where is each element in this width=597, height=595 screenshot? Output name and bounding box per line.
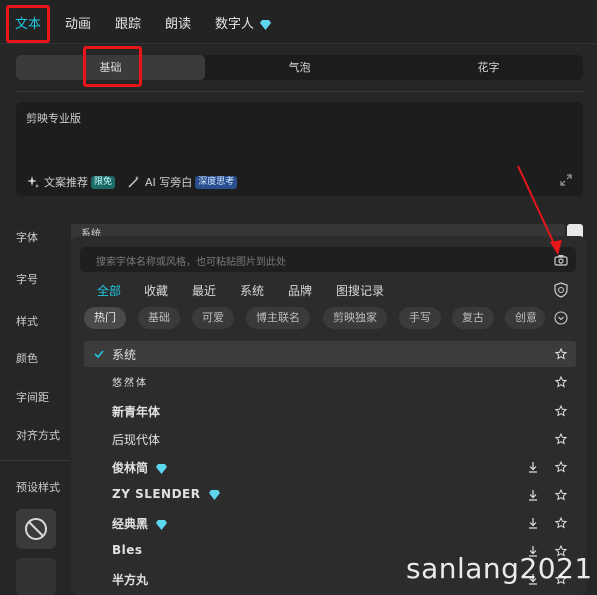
subtab-fancy-text[interactable]: 花字 (394, 55, 583, 80)
star-icon[interactable] (555, 405, 567, 417)
chip-hot[interactable]: 热门 (84, 307, 126, 329)
spacing-label: 字间距 (16, 391, 49, 404)
top-tab-bar: 文本 动画 跟踪 朗读 数字人 (0, 0, 597, 44)
chip-cute[interactable]: 可爱 (192, 307, 234, 329)
star-icon[interactable] (555, 433, 567, 445)
free-badge: 限免 (91, 175, 116, 189)
diamond-icon (209, 489, 221, 500)
copy-recommend-button[interactable]: 文案推荐 (44, 174, 88, 190)
star-icon[interactable] (555, 348, 567, 360)
deep-think-badge: 深度思考 (195, 175, 238, 189)
diamond-icon (156, 463, 168, 474)
font-name-text: 经典黑 (112, 517, 149, 531)
font-name: 俊林简 (112, 459, 168, 476)
text-input-value[interactable]: 剪映专业版 (26, 110, 81, 126)
divider (0, 460, 70, 461)
preset-tile[interactable] (16, 558, 56, 595)
text-input-area[interactable]: 剪映专业版 文案推荐 限免 AI 写旁白 深度思考 (16, 102, 583, 196)
tab-digital-human[interactable]: 数字人 (215, 13, 272, 32)
chip-handwriting[interactable]: 手写 (399, 307, 441, 329)
magic-wand-icon (128, 176, 140, 188)
chip-retro[interactable]: 复古 (452, 307, 494, 329)
size-label: 字号 (16, 273, 38, 286)
font-search-input[interactable]: 搜索字体名称或风格，也可粘贴图片到此处 (80, 247, 576, 272)
diamond-icon (260, 19, 272, 30)
copyright-shield-icon[interactable] (553, 282, 569, 298)
star-icon[interactable] (555, 376, 567, 388)
preset-style-label: 预设样式 (16, 481, 60, 494)
no-style-icon (25, 518, 47, 540)
font-name: 系统 (112, 348, 137, 362)
category-recent[interactable]: 最近 (192, 282, 216, 299)
download-icon[interactable] (527, 461, 539, 473)
align-label: 对齐方式 (16, 429, 60, 442)
tab-tracking[interactable]: 跟踪 (115, 13, 141, 32)
sparkle-icon (27, 176, 39, 188)
star-icon[interactable] (555, 461, 567, 473)
watermark: sanlang2021 (406, 552, 593, 585)
font-name-text: 俊林简 (112, 461, 149, 475)
font-search-placeholder: 搜索字体名称或风格，也可粘贴图片到此处 (96, 257, 286, 268)
font-label: 字体 (16, 231, 38, 244)
chip-blogger-collab[interactable]: 博主联名 (246, 307, 310, 329)
font-list-item[interactable]: 经典黑 (84, 510, 576, 536)
font-list-item[interactable]: ZY SLENDER (84, 482, 576, 508)
font-list-item[interactable]: 新青年体 (84, 398, 576, 424)
tab-read-aloud[interactable]: 朗读 (165, 13, 191, 32)
tab-digital-human-label: 数字人 (215, 17, 255, 32)
check-icon (94, 350, 104, 359)
chip-capcut-exclusive[interactable]: 剪映独家 (323, 307, 387, 329)
download-icon[interactable] (527, 489, 539, 501)
font-list-item[interactable]: 悠然体 (84, 369, 576, 395)
download-icon[interactable] (527, 517, 539, 529)
font-name: 经典黑 (112, 515, 168, 532)
style-label: 样式 (16, 315, 38, 328)
annotation-arrow (517, 165, 562, 255)
category-favorites[interactable]: 收藏 (144, 282, 168, 299)
diamond-icon (156, 519, 168, 530)
font-name: Bles (112, 543, 143, 557)
chip-creative[interactable]: 创意 (505, 307, 545, 329)
font-list-item[interactable]: 后现代体 (84, 426, 576, 452)
chip-basic[interactable]: 基础 (138, 307, 180, 329)
ai-narration-button[interactable]: AI 写旁白 (145, 174, 192, 190)
color-label: 颜色 (16, 352, 38, 365)
chevron-down-icon[interactable] (554, 311, 568, 325)
font-name: 新青年体 (112, 405, 161, 419)
font-name: 悠然体 (112, 378, 148, 389)
star-icon[interactable] (555, 517, 567, 529)
category-all[interactable]: 全部 (97, 282, 121, 299)
star-icon[interactable] (555, 489, 567, 501)
divider (16, 91, 583, 92)
subtab-bubble[interactable]: 气泡 (205, 55, 394, 80)
font-list-item[interactable]: 俊林简 (84, 454, 576, 480)
font-name: ZY SLENDER (112, 487, 221, 501)
category-system[interactable]: 系统 (240, 282, 264, 299)
font-name-text: ZY SLENDER (112, 487, 201, 501)
annotation-highlight-tab-text (6, 5, 50, 43)
annotation-highlight-subtab-basic (83, 46, 142, 87)
font-name: 半方丸 (112, 573, 149, 587)
category-brand[interactable]: 品牌 (288, 282, 312, 299)
category-image-search[interactable]: 图搜记录 (336, 282, 384, 299)
tab-animation[interactable]: 动画 (65, 13, 91, 32)
preset-none-tile[interactable] (16, 509, 56, 549)
font-list-item-system[interactable]: 系统 (84, 341, 576, 367)
font-name: 后现代体 (112, 433, 161, 447)
text-input-toolbar: 文案推荐 限免 AI 写旁白 深度思考 (26, 174, 238, 190)
